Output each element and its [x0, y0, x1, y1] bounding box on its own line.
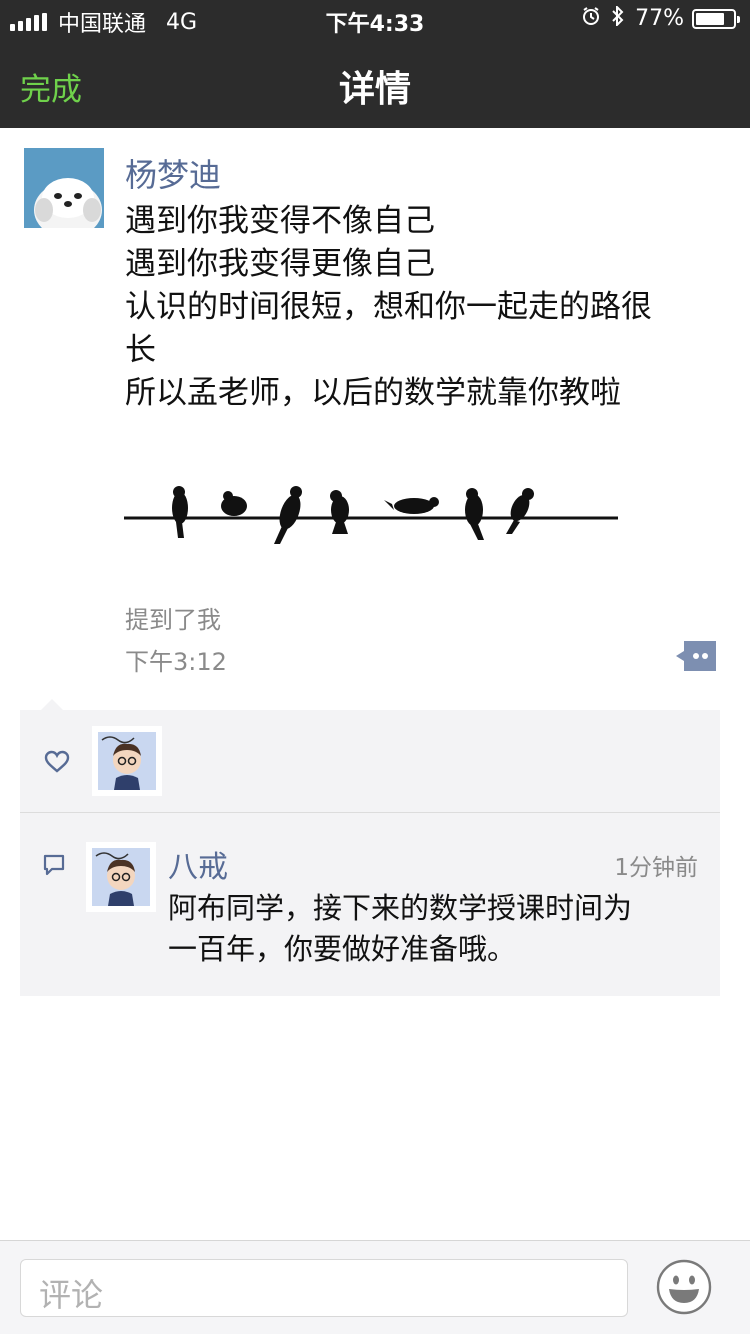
commenter-avatar[interactable]: [86, 842, 156, 912]
liker-avatar[interactable]: [92, 726, 162, 796]
smiley-icon[interactable]: [656, 1259, 712, 1315]
page-title: 详情: [338, 69, 411, 110]
post-line: 认识的时间很短，想和你一起走的路很: [125, 289, 652, 325]
comment-time: 1分钟前: [614, 855, 698, 881]
battery-percent: 77%: [635, 6, 684, 31]
post-text: 遇到你我变得不像自己 遇到你我变得更像自己 认识的时间很短，想和你一起走的路很 …: [125, 200, 725, 415]
commenter-name[interactable]: 八戒: [168, 842, 228, 886]
divider: [20, 812, 720, 813]
bluetooth-icon: [611, 4, 625, 31]
comment-text[interactable]: 阿布同学，接下来的数学授课时间为 一百年，你要做好准备哦。: [168, 888, 708, 970]
status-right: 77%: [581, 4, 740, 31]
post-line: 所以孟老师，以后的数学就靠你教啦: [125, 375, 621, 411]
comment-line: 阿布同学，接下来的数学授课时间为: [168, 891, 633, 925]
post-time: 下午3:12: [125, 648, 227, 676]
top-bar: 中国联通 4G 下午4:33 77% 完成 详情: [0, 0, 750, 128]
battery-icon: [692, 8, 740, 29]
likes-comments-panel: 八戒 1分钟前 阿布同学，接下来的数学授课时间为 一百年，你要做好准备哦。: [20, 710, 720, 996]
comment-bubble-icon: [42, 853, 66, 877]
poster-name[interactable]: 杨梦迪: [125, 150, 221, 196]
heart-icon: [44, 750, 70, 774]
comment-input-bar: 评论: [0, 1240, 750, 1334]
post-line: 长: [125, 332, 156, 368]
battery-fill: [696, 12, 724, 25]
status-bar: 中国联通 4G 下午4:33 77%: [0, 0, 750, 40]
poster-avatar[interactable]: [24, 148, 104, 228]
post-image-birds-on-wire[interactable]: [122, 478, 622, 550]
alarm-icon: [581, 6, 601, 31]
post-line: 遇到你我变得更像自己: [125, 246, 435, 282]
nav-bar: 完成 详情: [0, 40, 750, 128]
comment-line: 一百年，你要做好准备哦。: [168, 932, 517, 966]
post-line: 遇到你我变得不像自己: [125, 203, 435, 239]
comment-menu-button[interactable]: [676, 641, 716, 671]
mention-label: 提到了我: [125, 606, 221, 634]
comment-input[interactable]: 评论: [20, 1259, 628, 1317]
